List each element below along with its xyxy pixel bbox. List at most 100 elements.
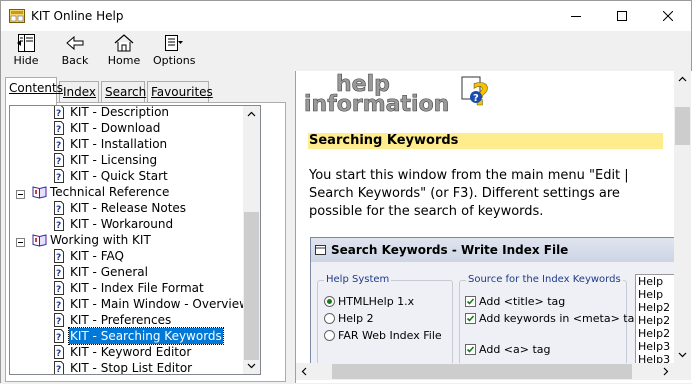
toolbar: Hide Back Home Options	[1, 31, 691, 71]
radio-icon	[324, 330, 335, 341]
tree-item-label: KIT - Description	[70, 105, 170, 119]
tree-item-label: KIT - FAQ	[70, 249, 124, 263]
help-app-icon	[9, 9, 25, 23]
radio-help2[interactable]: Help 2	[324, 312, 374, 326]
content-horizontal-scrollbar[interactable]	[296, 363, 674, 380]
help-page-icon: ?	[52, 281, 66, 295]
navigation-pane: Contents Index Search Favourites ? KIT - …	[1, 71, 289, 384]
source-label: Source for the Index Keywords	[466, 274, 623, 285]
tree-item-label: KIT - Main Window - Overview	[70, 297, 249, 311]
home-button[interactable]: Home	[107, 33, 141, 71]
content-vertical-scrollbar[interactable]	[674, 71, 691, 363]
svg-text:?: ?	[56, 141, 61, 151]
maximize-icon	[617, 11, 627, 21]
open-book-icon	[32, 233, 47, 247]
help-information-banner: help information ? ?	[296, 71, 676, 119]
svg-text:?: ?	[56, 301, 61, 311]
options-icon	[165, 35, 183, 51]
svg-text:?: ?	[56, 157, 61, 167]
page-heading: Searching Keywords	[308, 133, 663, 149]
help-page-icon: ?	[52, 249, 66, 263]
scroll-right-icon[interactable]	[657, 363, 674, 380]
tree-item-label: KIT - Searching Keywords	[68, 327, 224, 345]
help-window: KIT Online Help Hide Back Home Options C…	[0, 0, 692, 384]
tree-scroll-thumb[interactable]	[244, 212, 259, 360]
help-page-icon: ?	[52, 106, 66, 119]
close-button[interactable]	[645, 1, 691, 31]
intro-paragraph: You start this window from the main menu…	[309, 168, 629, 219]
tree-item-label: KIT - Installation	[70, 137, 168, 151]
tree-item-label: KIT - Licensing	[70, 153, 158, 167]
collapse-icon[interactable]	[16, 187, 25, 199]
svg-text:?: ?	[56, 349, 61, 359]
tree-item-label: KIT - Quick Start	[70, 169, 168, 183]
scroll-up-icon[interactable]	[674, 71, 691, 88]
tree-item-label: KIT - Preferences	[70, 313, 172, 327]
back-label: Back	[61, 54, 89, 67]
home-label: Home	[107, 54, 141, 67]
dialog-title: Search Keywords - Write Index File	[311, 238, 679, 262]
checkbox-a-tag[interactable]: Add <a> tag	[465, 343, 551, 357]
hide-label: Hide	[13, 54, 39, 67]
options-button[interactable]: Options	[153, 33, 195, 71]
content-scroll-thumb[interactable]	[675, 107, 690, 145]
window-title: KIT Online Help	[31, 9, 124, 23]
help-page-icon: ?	[52, 137, 66, 151]
svg-text:?: ?	[56, 365, 61, 375]
scroll-left-icon[interactable]	[296, 363, 313, 380]
tree-vertical-scrollbar[interactable]	[243, 106, 260, 374]
svg-text:?: ?	[56, 253, 61, 263]
tab-favourites[interactable]: Favourites	[147, 81, 213, 103]
help-page-icon: ?	[52, 361, 66, 375]
minimize-button[interactable]	[553, 1, 599, 31]
back-button[interactable]: Back	[59, 33, 91, 71]
close-icon	[663, 11, 673, 21]
tree-item-label: KIT - Workaround	[70, 217, 174, 231]
tab-contents[interactable]: Contents	[5, 77, 63, 105]
help-system-group: Help System HTMLHelp 1.x Help 2 FAR Web …	[317, 274, 453, 368]
radio-htmlhelp[interactable]: HTMLHelp 1.x	[324, 295, 414, 309]
source-group: Source for the Index Keywords Add <title…	[459, 274, 641, 368]
svg-text:?: ?	[473, 93, 479, 104]
scroll-up-icon[interactable]	[243, 106, 260, 123]
search-dialog-icon	[315, 245, 326, 255]
help-page-icon: ?	[52, 121, 66, 135]
tree-item-label: KIT - Stop List Editor	[70, 361, 193, 375]
title-bar: KIT Online Help	[1, 1, 691, 31]
scroll-down-icon[interactable]	[674, 346, 691, 363]
contents-tree[interactable]: ? KIT - Description? KIT - Download? KIT - …	[9, 105, 261, 375]
hide-icon	[17, 34, 35, 52]
help-page-icon: ?	[52, 217, 66, 231]
help-page-icon: ?	[52, 169, 66, 183]
tree-item-label: KIT - Keyword Editor	[70, 345, 192, 359]
scroll-down-icon[interactable]	[243, 357, 260, 374]
tree-item-label: KIT - Index File Format	[70, 281, 204, 295]
tab-index[interactable]: Index	[59, 81, 99, 103]
checkbox-title-tag[interactable]: Add <title> tag	[465, 295, 565, 309]
svg-text:?: ?	[56, 285, 61, 295]
content-hscroll-thumb[interactable]	[332, 364, 632, 379]
svg-text:?: ?	[56, 317, 61, 327]
tree-item-label: KIT - Download	[70, 121, 161, 135]
home-icon	[114, 34, 134, 52]
tree-item-label: Technical Reference	[50, 185, 170, 199]
tab-search[interactable]: Search	[101, 81, 146, 103]
radio-far-web-index[interactable]: FAR Web Index File	[324, 329, 442, 343]
tree-item-label: Working with KIT	[50, 233, 151, 247]
hide-button[interactable]: Hide	[11, 33, 41, 71]
help-system-label: Help System	[324, 274, 392, 285]
minimize-icon	[571, 16, 581, 17]
checkmark-icon	[465, 344, 476, 355]
checkbox-meta-tag[interactable]: Add keywords in <meta> tag	[465, 312, 641, 326]
help-page-icon: ?	[52, 265, 66, 279]
help-page-icon: ?	[52, 329, 66, 343]
maximize-button[interactable]	[599, 1, 645, 31]
back-arrow-icon	[66, 35, 84, 51]
svg-text:?: ?	[56, 221, 61, 231]
svg-text:?: ?	[56, 269, 61, 279]
collapse-icon[interactable]	[16, 235, 25, 247]
help-page-icon: ?	[52, 153, 66, 167]
svg-text:information: information	[304, 92, 449, 117]
help-information-logo: help information ? ?	[304, 72, 490, 118]
open-book-icon	[32, 185, 47, 199]
